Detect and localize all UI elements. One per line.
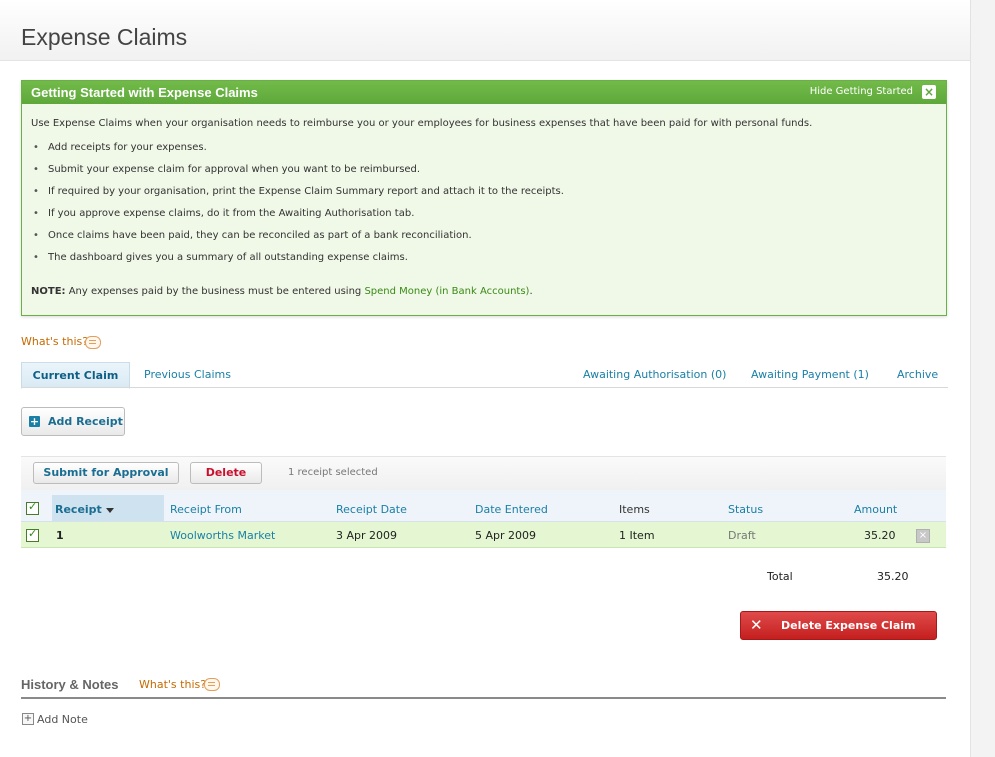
speech-bubble-icon[interactable] — [204, 678, 220, 691]
getting-started-title: Getting Started with Expense Claims — [31, 85, 258, 100]
add-note-link[interactable]: Add Note — [37, 713, 88, 726]
page-header: Expense Claims — [0, 0, 970, 61]
tab-previous-claims[interactable]: Previous Claims — [144, 368, 231, 381]
items-count: 1 Item — [619, 529, 655, 542]
hide-getting-started-link[interactable]: Hide Getting Started — [810, 86, 913, 97]
history-divider — [21, 697, 946, 699]
add-receipt-label: Add Receipt — [48, 415, 123, 428]
column-header-receipt-from[interactable]: Receipt From — [170, 503, 242, 516]
plus-icon[interactable]: + — [22, 713, 34, 725]
column-header-receipt-date[interactable]: Receipt Date — [336, 503, 407, 516]
tabs-divider — [21, 387, 948, 388]
delete-row-icon[interactable]: × — [916, 529, 930, 543]
page-title: Expense Claims — [21, 24, 188, 50]
getting-started-intro: Use Expense Claims when your organisatio… — [31, 118, 813, 129]
select-all-checkbox[interactable] — [26, 500, 39, 515]
row-checkbox[interactable] — [26, 527, 39, 542]
getting-started-panel: Getting Started with Expense Claims Hide… — [21, 80, 947, 316]
submit-for-approval-button[interactable]: Submit for Approval — [33, 462, 179, 484]
column-header-receipt[interactable]: Receipt — [55, 503, 114, 516]
note-end: . — [529, 286, 533, 297]
tab-archive[interactable]: Archive — [897, 368, 938, 381]
selection-status: 1 receipt selected — [288, 467, 378, 478]
history-notes-title: History & Notes — [21, 677, 119, 692]
delete-expense-claim-button[interactable]: ✕ Delete Expense Claim — [740, 611, 937, 640]
receipt-date: 3 Apr 2009 — [336, 529, 398, 542]
total-label: Total — [767, 570, 793, 583]
column-header-receipt-label: Receipt — [55, 503, 102, 516]
list-item: The dashboard gives you a summary of all… — [31, 251, 564, 273]
note-text: Any expenses paid by the business must b… — [65, 286, 365, 297]
list-item: Once claims have been paid, they can be … — [31, 229, 564, 251]
getting-started-note: NOTE: Any expenses paid by the business … — [31, 286, 533, 297]
plus-icon: + — [29, 415, 40, 428]
whats-this-link[interactable]: What's this? — [139, 678, 206, 691]
status-value: Draft — [728, 529, 756, 542]
tab-awaiting-payment[interactable]: Awaiting Payment (1) — [751, 368, 869, 381]
right-gutter — [970, 0, 995, 757]
tab-current-claim[interactable]: Current Claim — [21, 362, 130, 389]
list-item: Submit your expense claim for approval w… — [31, 163, 564, 185]
tab-awaiting-authorisation[interactable]: Awaiting Authorisation (0) — [583, 368, 726, 381]
close-icon[interactable]: × — [922, 85, 936, 99]
close-icon: ✕ — [750, 616, 763, 634]
receipt-from-link[interactable]: Woolworths Market — [170, 529, 275, 542]
total-value: 35.20 — [877, 570, 909, 583]
speech-bubble-icon[interactable] — [85, 336, 101, 349]
column-header-amount[interactable]: Amount — [854, 503, 897, 516]
note-label: NOTE: — [31, 286, 66, 297]
add-receipt-button[interactable]: + Add Receipt — [21, 407, 125, 436]
list-item: If required by your organisation, print … — [31, 185, 564, 207]
column-header-date-entered[interactable]: Date Entered — [475, 503, 548, 516]
spend-money-link[interactable]: Spend Money (in Bank Accounts) — [364, 286, 529, 297]
delete-expense-claim-label: Delete Expense Claim — [781, 619, 916, 632]
column-header-status[interactable]: Status — [728, 503, 763, 516]
amount-value: 35.20 — [864, 529, 896, 542]
list-item: Add receipts for your expenses. — [31, 141, 564, 163]
receipt-number: 1 — [56, 529, 64, 542]
getting-started-list: Add receipts for your expenses. Submit y… — [31, 141, 564, 273]
date-entered: 5 Apr 2009 — [475, 529, 537, 542]
delete-button[interactable]: Delete — [190, 462, 262, 484]
getting-started-header: Getting Started with Expense Claims Hide… — [22, 81, 946, 104]
column-header-items: Items — [619, 503, 650, 516]
sort-descending-icon — [105, 507, 114, 513]
whats-this-link[interactable]: What's this? — [21, 335, 88, 348]
list-item: If you approve expense claims, do it fro… — [31, 207, 564, 229]
